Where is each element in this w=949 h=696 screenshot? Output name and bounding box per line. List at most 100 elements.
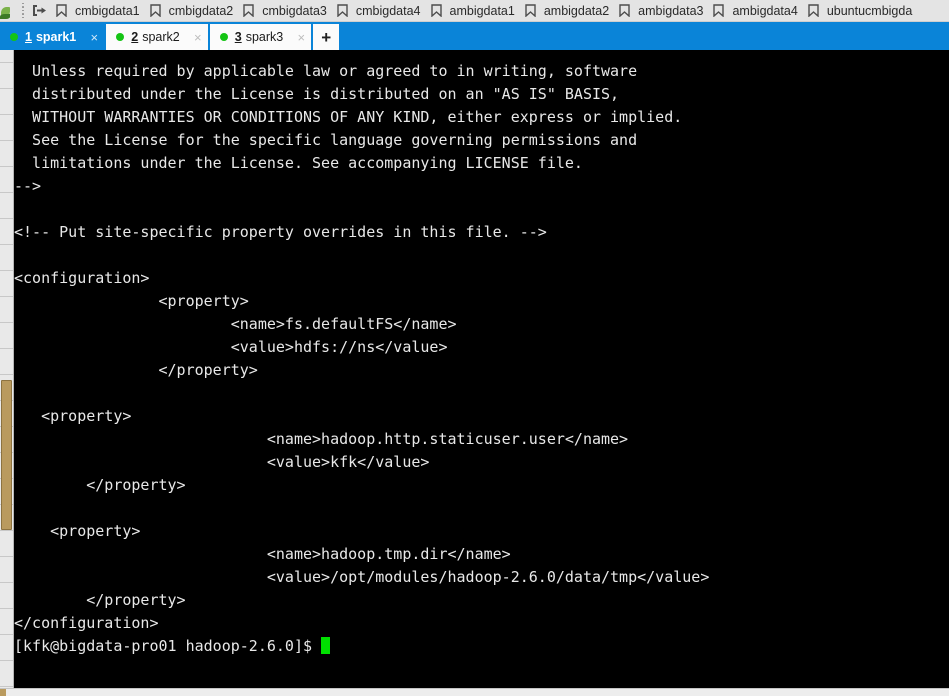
tab-title: spark1 [35,30,77,44]
scrollbar-tick [0,140,13,141]
bookmark-label: cmbigdata1 [75,3,140,18]
vertical-scrollbar[interactable] [0,50,14,688]
connection-status-dot [219,33,228,41]
terminal-pane: Unless required by applicable law or agr… [0,50,949,688]
connection-status-dot [10,33,18,41]
terminal-line: limitations under the License. See accom… [14,154,583,172]
terminal-line: <name>hadoop.http.staticuser.user</name> [14,430,629,448]
bookmark-label: ambigdata4 [732,3,798,18]
scrollbar-tick [0,660,13,661]
scrollbar-tick [0,556,13,557]
bookmarks-bar: cmbigdata1 cmbigdata2 cmbigdata3 cmbigda… [0,0,949,22]
terminal-line: <value>/opt/modules/hadoop-2.6.0/data/tm… [14,568,710,586]
tab-number: 1 [25,30,32,44]
terminal-line: </configuration> [14,614,159,632]
terminal-line: </property> [14,361,258,379]
terminal-line: --> [14,177,42,195]
terminal-line: <name>hadoop.tmp.dir</name> [14,545,511,563]
scrollbar-tick [0,270,13,271]
scrollbar-thumb[interactable] [1,380,12,530]
terminal-line: WITHOUT WARRANTIES OR CONDITIONS OF ANY … [14,108,683,126]
scrollbar-tick [0,62,13,63]
close-icon[interactable]: × [295,31,307,44]
terminal-line: <property> [14,292,249,310]
bookmark-icon [713,3,728,18]
bookmark-icon [337,3,352,18]
drag-handle-icon[interactable] [18,2,28,19]
bookmark-icon [808,3,823,18]
tab-number: 2 [131,30,139,44]
window-bottom-strip [0,688,949,696]
scrollbar-tick [0,348,13,349]
bookmark-icon [619,3,634,18]
terminal-line: <value>kfk</value> [14,453,430,471]
shell-prompt-line: [kfk@bigdata-pro01 hadoop-2.6.0]$ [14,635,949,658]
tab-title: spark2 [142,30,180,44]
bookmark-label: ubuntucmbigda [826,3,913,18]
scrollbar-tick [0,296,13,297]
tab-spark1[interactable]: 1 spark1 × [0,24,105,50]
bookmark-item[interactable]: ambigdata2 [523,1,615,21]
tab-title: spark3 [245,30,284,44]
bookmark-icon [243,3,258,18]
bookmark-label: cmbigdata4 [355,3,421,18]
scrollbar-tick [0,686,13,687]
terminal-line: distributed under the License is distrib… [14,85,620,103]
bookmark-icon [525,3,540,18]
scrollbar-tick [0,88,13,89]
bookmark-item[interactable]: ambigdata1 [429,1,521,21]
scrollbar-corner [0,689,6,696]
bookmark-item[interactable]: cmbigdata3 [241,1,333,21]
import-bookmarks-icon[interactable] [30,2,50,20]
terminal-line: Unless required by applicable law or agr… [14,62,638,80]
scrollbar-tick [0,608,13,609]
terminal-line: </property> [14,591,186,609]
tab-spark2[interactable]: 2 spark2 × [106,24,208,50]
terminal-line: </property> [14,476,186,494]
bookmark-icon [149,3,165,18]
close-icon[interactable]: × [192,31,204,44]
bookmark-icon [430,3,446,18]
terminal-line: <!-- Put site-specific property override… [14,223,547,241]
tab-number: 3 [234,30,242,44]
bookmark-label: cmbigdata2 [168,3,234,18]
close-icon[interactable]: × [88,31,100,44]
bookmark-label: cmbigdata3 [262,3,327,18]
scrollbar-tick [0,166,13,167]
terminal-output[interactable]: Unless required by applicable law or agr… [14,50,949,688]
scrollbar-tick [0,114,13,115]
terminal-line: See the License for the specific languag… [14,131,638,149]
bookmark-label: ambigdata2 [543,3,610,18]
bookmark-item[interactable]: ambigdata3 [617,1,709,21]
scrollbar-tick [0,244,13,245]
shell-prompt: [kfk@bigdata-pro01 hadoop-2.6.0]$ [14,637,322,655]
bookmark-label: ambigdata1 [449,3,515,18]
terminal-app-window: cmbigdata1 cmbigdata2 cmbigdata3 cmbigda… [0,0,949,696]
bookmark-item[interactable]: cmbigdata1 [54,1,146,21]
terminal-line: <property> [14,407,132,425]
bookmark-item[interactable]: cmbigdata4 [335,1,427,21]
terminal-line: <configuration> [14,269,150,287]
tab-spark3[interactable]: 3 spark3 × [209,24,312,50]
leaf-icon [0,1,14,21]
bookmark-item[interactable]: ubuntucmbigda [806,1,918,21]
scrollbar-tick [0,192,13,193]
bookmark-label: ambigdata3 [638,3,704,18]
terminal-line: <name>fs.defaultFS</name> [14,315,457,333]
terminal-line: <value>hdfs://ns</value> [14,338,448,356]
bookmark-item[interactable]: cmbigdata2 [148,1,240,21]
tab-strip: 1 spark1 × 2 spark2 × 3 spark3 × + [0,22,949,50]
terminal-cursor [321,637,331,654]
bookmark-item[interactable]: ambigdata4 [711,1,803,21]
new-tab-button[interactable]: + [313,24,340,50]
scrollbar-tick [0,530,13,531]
scrollbar-tick [0,218,13,219]
scrollbar-tick [0,322,13,323]
scrollbar-tick [0,374,13,375]
bookmark-icon [56,3,71,18]
scrollbar-tick [0,582,13,583]
